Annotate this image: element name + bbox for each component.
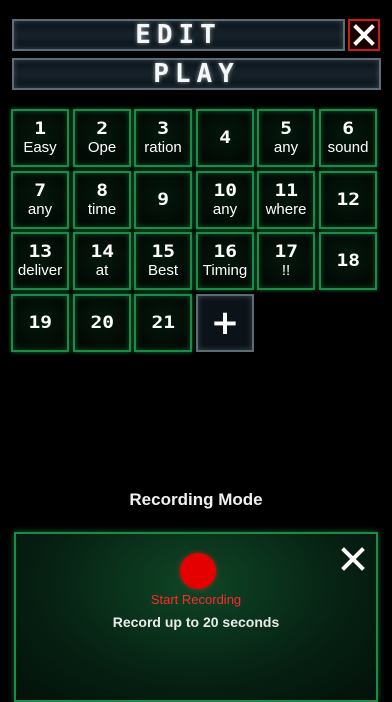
sound-pad-8[interactable]: 8 time (73, 171, 131, 229)
sound-pad-14[interactable]: 14 at (73, 232, 131, 290)
recording-mode-title: Recording Mode (129, 490, 263, 509)
pad-label: Easy (23, 139, 57, 156)
pad-label: at (95, 262, 109, 279)
sound-pad-12[interactable]: 12 (319, 171, 377, 229)
pad-number: 19 (28, 313, 52, 333)
pad-number: 11 (274, 181, 298, 201)
sound-pad-19[interactable]: 19 (11, 294, 69, 352)
pad-label: any (273, 139, 299, 156)
pad-label: !! (281, 262, 291, 279)
sound-pad-20[interactable]: 20 (73, 294, 131, 352)
edit-button[interactable]: EDIT (12, 19, 345, 51)
pad-label: where (265, 201, 307, 218)
pad-number: 4 (219, 128, 231, 148)
plus-icon: + (210, 303, 240, 343)
sound-pad-16[interactable]: 16 Timing (196, 232, 254, 290)
pad-number: 15 (151, 242, 175, 262)
pad-number: 10 (213, 181, 237, 201)
pad-number: 5 (280, 119, 292, 139)
pad-number: 9 (157, 190, 169, 210)
pad-number: 13 (28, 242, 52, 262)
pad-label: any (212, 201, 238, 218)
pad-number: 17 (274, 242, 298, 262)
sound-pad-17[interactable]: 17!! (257, 232, 315, 290)
pad-label: Best (147, 262, 178, 279)
pad-number: 1 (34, 119, 46, 139)
recording-close-button[interactable] (340, 546, 366, 572)
recording-panel: Start Recording Record up to 20 seconds (14, 532, 378, 702)
pad-label: time (87, 201, 117, 218)
sound-pad-1[interactable]: 1 Easy (11, 109, 69, 167)
pad-label: Ope (87, 139, 117, 156)
pad-label: sound (327, 139, 369, 156)
sound-pad-2[interactable]: 2 Ope (73, 109, 131, 167)
sound-pad-11[interactable]: 11 where (257, 171, 315, 229)
play-label: PLAY (153, 59, 240, 89)
sound-pad-10[interactable]: 10 any (196, 171, 254, 229)
sound-pad-9[interactable]: 9 (134, 171, 192, 229)
record-button[interactable] (180, 553, 216, 589)
close-icon (353, 24, 375, 46)
close-button[interactable] (348, 19, 380, 51)
add-pad-button[interactable]: + (196, 294, 254, 352)
pad-number: 7 (34, 181, 46, 201)
pad-label: deliver (17, 262, 63, 279)
pad-label: Timing (202, 262, 248, 279)
sound-pad-5[interactable]: 5 any (257, 109, 315, 167)
pad-number: 2 (96, 119, 108, 139)
sound-pad-3[interactable]: 3 ration (134, 109, 192, 167)
pad-number: 20 (90, 313, 114, 333)
sound-pad-7[interactable]: 7 any (11, 171, 69, 229)
pad-number: 16 (213, 242, 237, 262)
play-button[interactable]: PLAY (12, 58, 381, 90)
start-recording-label[interactable]: Start Recording (16, 592, 376, 607)
pad-label: ration (144, 139, 182, 156)
close-icon (341, 547, 365, 571)
sound-pad-6[interactable]: 6 sound (319, 109, 377, 167)
pad-number: 8 (96, 181, 108, 201)
sound-pad-18[interactable]: 18 (319, 232, 377, 290)
record-limit-hint: Record up to 20 seconds (112, 614, 280, 630)
pad-number: 6 (342, 119, 354, 139)
edit-label: EDIT (135, 20, 222, 50)
pad-label: any (27, 201, 53, 218)
sound-pad-15[interactable]: 15 Best (134, 232, 192, 290)
pad-number: 12 (336, 190, 360, 210)
pad-number: 18 (336, 251, 360, 271)
pad-number: 3 (157, 119, 169, 139)
sound-pad-4[interactable]: 4 (196, 109, 254, 167)
pad-number: 14 (90, 242, 114, 262)
pad-number: 21 (151, 313, 175, 333)
sound-pad-21[interactable]: 21 (134, 294, 192, 352)
sound-pad-13[interactable]: 13 deliver (11, 232, 69, 290)
